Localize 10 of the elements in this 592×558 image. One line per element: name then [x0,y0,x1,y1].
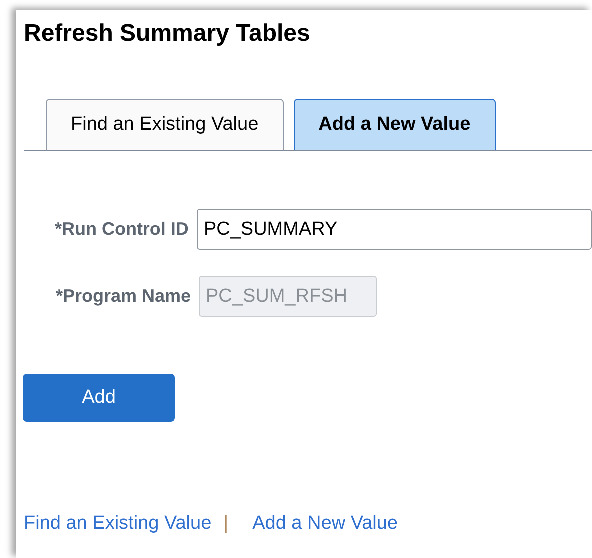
add-button[interactable]: Add [23,374,175,422]
field-label: *Program Name [54,285,191,308]
link[interactable]: Add a New Value [252,510,398,538]
field-label: *Run Control ID [54,218,189,241]
separator: | [224,512,229,536]
input-field[interactable]: PC_SUMMARY [196,209,592,250]
tab[interactable]: Add a New Value [294,99,496,150]
page-title: Refresh Summary Tables [24,19,312,49]
tab[interactable]: Find an Existing Value [46,99,284,150]
link[interactable]: Find an Existing Value [24,510,212,538]
